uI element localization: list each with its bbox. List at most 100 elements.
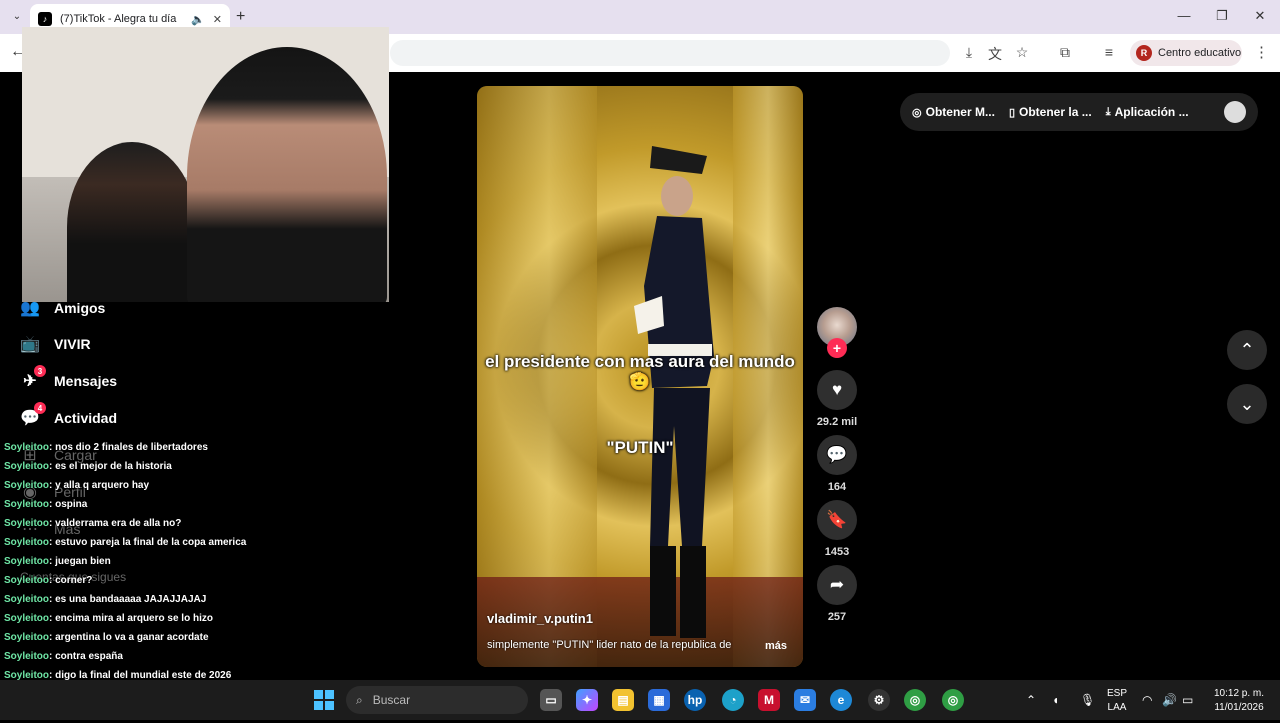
chevron-up-icon[interactable]: ⌃ bbox=[1026, 693, 1036, 707]
store-icon[interactable]: ▦ bbox=[648, 689, 670, 711]
file-explorer-icon[interactable]: ▤ bbox=[612, 689, 634, 711]
chat-username: Soyleitoo bbox=[4, 651, 50, 662]
video-author[interactable]: vladimir_v.putin1 bbox=[487, 611, 593, 626]
mail-icon[interactable]: ✉ bbox=[794, 689, 816, 711]
chat-text: : y alla q arquero hay bbox=[49, 480, 150, 491]
chat-username: Soyleitoo bbox=[4, 518, 50, 529]
extensions-icon[interactable]: ⧉ bbox=[1056, 44, 1074, 61]
share-button[interactable]: ➦ bbox=[817, 565, 857, 605]
activity-icon: 💬 4 bbox=[20, 402, 46, 428]
chat-text: : argentina lo va a ganar acordate bbox=[49, 632, 209, 643]
user-avatar[interactable] bbox=[1224, 101, 1246, 123]
chat-text: : nos dio 2 finales de libertadores bbox=[49, 442, 208, 453]
install-app-icon[interactable]: ⤓ bbox=[960, 44, 978, 61]
like-button[interactable]: ♥ bbox=[817, 370, 857, 410]
sidebar-item-label: VIVIR bbox=[54, 336, 91, 352]
clock-time[interactable]: 10:12 p. m. bbox=[1204, 688, 1274, 699]
avatar: R bbox=[1136, 45, 1152, 61]
chrome-profile-icon[interactable]: ◎ bbox=[942, 689, 964, 711]
chat-username: Soyleitoo bbox=[4, 613, 50, 624]
chat-message: Soyleitoo: nos dio 2 finales de libertad… bbox=[4, 438, 404, 457]
task-view-icon[interactable]: ▭ bbox=[540, 689, 562, 711]
video-caption-mid: "PUTIN" bbox=[606, 438, 674, 457]
chat-username: Soyleitoo bbox=[4, 594, 50, 605]
chat-text: : corner? bbox=[49, 575, 93, 586]
chevron-up-icon: ⌃ bbox=[1239, 339, 1255, 360]
activity-badge: 4 bbox=[34, 402, 46, 414]
app-icon[interactable]: ◔ bbox=[722, 689, 744, 711]
follow-button[interactable]: + bbox=[827, 338, 847, 358]
new-tab-button[interactable]: + bbox=[236, 8, 245, 26]
hp-icon[interactable]: hp bbox=[684, 689, 706, 711]
browser-menu-icon[interactable]: ⋮ bbox=[1254, 43, 1269, 61]
comment-button[interactable]: 💬 bbox=[817, 435, 857, 475]
get-coins-button[interactable]: ◎ Obtener M... bbox=[912, 105, 995, 119]
media-control-icon[interactable]: ≡ bbox=[1100, 44, 1118, 60]
tray-app-icon[interactable]: ◖ bbox=[1052, 693, 1059, 707]
language-indicator[interactable]: ESP bbox=[1102, 688, 1132, 699]
profile-label: Centro educativo bbox=[1158, 47, 1242, 59]
copilot-icon[interactable]: ✦ bbox=[576, 689, 598, 711]
profile-button[interactable]: R Centro educativo bbox=[1130, 40, 1242, 66]
chat-username: Soyleitoo bbox=[4, 461, 50, 472]
chat-text: : es una bandaaaaa JAJAJJAJAJ bbox=[49, 594, 207, 605]
windows-start-icon[interactable] bbox=[314, 690, 334, 710]
address-bar[interactable] bbox=[390, 40, 950, 66]
chat-text: : contra españa bbox=[49, 651, 123, 662]
chat-message: Soyleitoo: juegan bien bbox=[4, 552, 404, 571]
edge-icon[interactable]: e bbox=[830, 689, 852, 711]
sidebar-item-label: Actividad bbox=[54, 410, 118, 426]
maximize-button[interactable]: ❐ bbox=[1212, 8, 1232, 24]
previous-video-button[interactable]: ⌃ bbox=[1227, 330, 1267, 370]
sidebar-item-label: Amigos bbox=[54, 300, 106, 316]
bookmark-icon: 🔖 bbox=[826, 510, 848, 529]
tab-title: (7)TikTok - Alegra tu día bbox=[60, 13, 177, 25]
chat-message: Soyleitoo: argentina lo va a ganar acord… bbox=[4, 628, 404, 647]
next-video-button[interactable]: ⌄ bbox=[1227, 384, 1267, 424]
heart-icon: ♥ bbox=[831, 380, 843, 399]
close-window-button[interactable]: ✕ bbox=[1250, 8, 1270, 24]
battery-icon[interactable]: ▭ bbox=[1182, 693, 1193, 707]
video-player[interactable]: el presidente con mas aura del mundo🫡 "P… bbox=[477, 86, 803, 667]
chat-message: Soyleitoo: contra españa bbox=[4, 647, 404, 666]
bookmark-star-icon[interactable]: ☆ bbox=[1013, 44, 1031, 61]
translate-icon[interactable]: 文 bbox=[986, 44, 1004, 64]
top-actions-bar: ◎ Obtener M... ▯ Obtener la ... ⤓ Aplica… bbox=[900, 93, 1258, 131]
sidebar-item-activity[interactable]: 💬 4 Actividad bbox=[20, 402, 118, 428]
chat-message: Soyleitoo: es una bandaaaaa JAJAJJAJAJ bbox=[4, 590, 404, 609]
get-app-button[interactable]: ▯ Obtener la ... bbox=[1009, 105, 1092, 119]
comment-icon: 💬 bbox=[826, 445, 848, 464]
microphone-icon[interactable]: 🎙 bbox=[1080, 693, 1095, 707]
save-button[interactable]: 🔖 bbox=[817, 500, 857, 540]
tab-search-dropdown[interactable]: ⌄ bbox=[8, 8, 26, 26]
taskbar-search[interactable]: ⌕ Buscar bbox=[346, 686, 528, 714]
more-button[interactable]: más bbox=[765, 640, 787, 652]
chat-text: : encima mira al arquero se lo hizo bbox=[49, 613, 213, 624]
chat-message: Soyleitoo: encima mira al arquero se lo … bbox=[4, 609, 404, 628]
share-count: 257 bbox=[827, 611, 847, 623]
chrome-icon[interactable]: ◎ bbox=[904, 689, 926, 711]
video-description: simplemente "PUTIN" lider nato de la rep… bbox=[487, 639, 732, 651]
speaker-icon[interactable]: 🔈 bbox=[191, 13, 205, 26]
sidebar-item-messages[interactable]: ✈ 3 Mensajes bbox=[20, 365, 117, 391]
desktop-app-button[interactable]: ⤓ Aplicación ... bbox=[1106, 105, 1189, 119]
messages-icon: ✈ 3 bbox=[20, 365, 46, 391]
chat-message: Soyleitoo: valderrama era de alla no? bbox=[4, 514, 404, 533]
mcafee-icon[interactable]: M bbox=[758, 689, 780, 711]
settings-icon[interactable]: ⚙ bbox=[868, 689, 890, 711]
save-count: 1453 bbox=[824, 546, 850, 558]
phone-icon: ▯ bbox=[1008, 106, 1016, 119]
wifi-icon[interactable]: ◠ bbox=[1142, 693, 1152, 707]
close-tab-icon[interactable]: ✕ bbox=[213, 13, 222, 26]
sidebar-item-live[interactable]: 📺 VIVIR bbox=[20, 334, 91, 354]
minimize-button[interactable]: — bbox=[1174, 8, 1194, 23]
webcam-overlay bbox=[22, 27, 389, 302]
chat-text: : valderrama era de alla no? bbox=[49, 518, 182, 529]
volume-icon[interactable]: 🔊 bbox=[1162, 693, 1177, 707]
chat-message: Soyleitoo: es el mejor de la historia bbox=[4, 457, 404, 476]
pill-label: Obtener M... bbox=[925, 105, 995, 119]
clock-date: 11/01/2026 bbox=[1214, 702, 1264, 713]
chat-username: Soyleitoo bbox=[4, 442, 50, 453]
chat-username: Soyleitoo bbox=[4, 499, 50, 510]
live-icon: 📺 bbox=[20, 336, 40, 353]
